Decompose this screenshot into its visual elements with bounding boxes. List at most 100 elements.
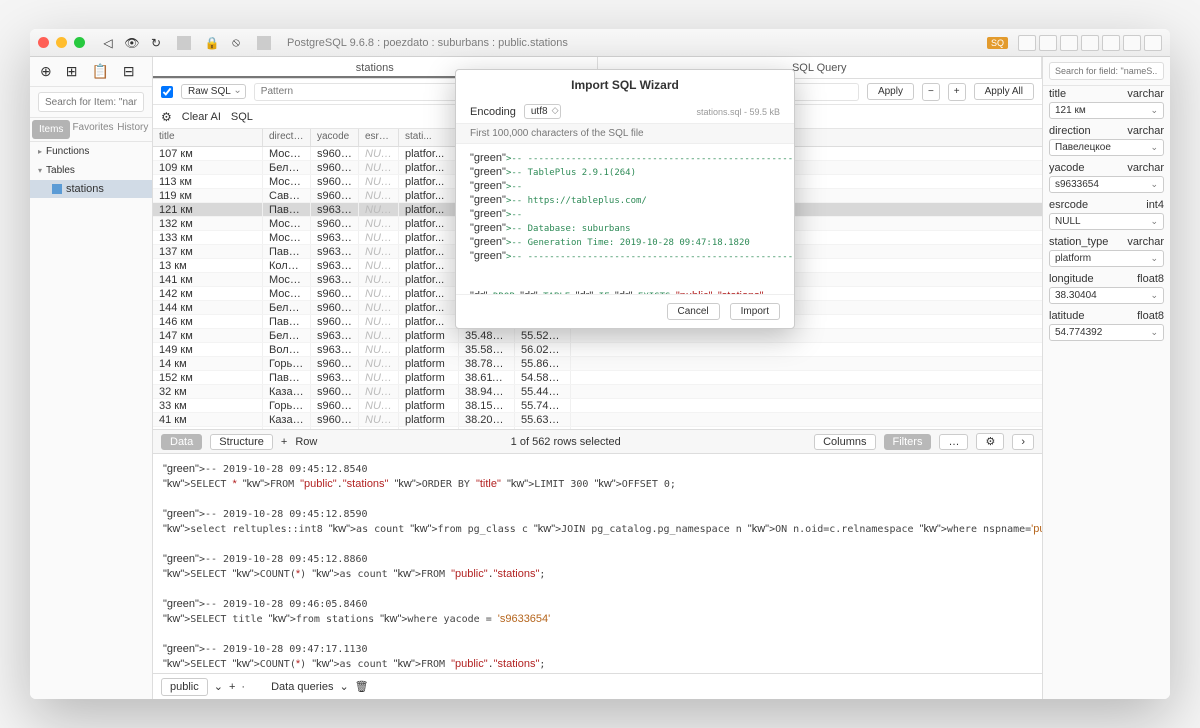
col-direction[interactable]: direction	[263, 129, 311, 146]
close-icon[interactable]	[38, 37, 49, 48]
collapse-icon[interactable]: ⊟	[123, 63, 135, 80]
panel-toggle-1[interactable]	[1018, 35, 1036, 51]
field-value-select[interactable]: platform	[1049, 250, 1164, 267]
sidebar-toolbar: ⊕ ⊞ 📋 ⊟	[30, 57, 152, 87]
data-queries-label[interactable]: Data queries	[271, 681, 333, 693]
filters-button[interactable]: Filters	[884, 434, 932, 450]
traffic-lights[interactable]	[38, 37, 85, 48]
separator	[177, 36, 191, 50]
tab-items[interactable]: Items	[32, 120, 70, 139]
import-button[interactable]: Import	[730, 303, 780, 320]
section-tables[interactable]: Tables	[30, 161, 152, 180]
app-window: ◁ 👁 ↻ 🔒 ⦸ PostgreSQL 9.6.8 : poezdato : …	[30, 29, 1170, 699]
sq-badge: SQ	[987, 37, 1008, 49]
add-filter-button[interactable]: +	[948, 83, 966, 101]
file-info: stations.sql - 59.5 kB	[696, 107, 780, 117]
cancel-button[interactable]: Cancel	[667, 303, 720, 320]
field-value-select[interactable]: s9633654	[1049, 176, 1164, 193]
toolbar-icons-left: ◁ 👁 ↻ 🔒 ⦸	[101, 36, 275, 50]
tab-history[interactable]: History	[114, 118, 152, 141]
schema-chevron-icon[interactable]: ⌄	[214, 680, 223, 693]
workspace-icon[interactable]: ⊞	[66, 63, 78, 80]
field-name: esrcode	[1049, 199, 1088, 211]
connection-icon[interactable]: ⊕	[40, 63, 52, 80]
show-icon[interactable]: 👁	[125, 36, 139, 50]
table-row[interactable]: 41 кмКазанскоеs9600999NULLplatform38.201…	[153, 413, 1042, 427]
import-sql-wizard-modal: Import SQL Wizard Encoding utf8 stations…	[455, 69, 795, 329]
panel-toggle-5[interactable]	[1102, 35, 1120, 51]
table-footer: Data Structure + Row 1 of 562 rows selec…	[153, 429, 1042, 453]
minimize-icon[interactable]	[56, 37, 67, 48]
history-back-icon[interactable]: ◁	[101, 36, 115, 50]
table-row[interactable]: 152 кмПавелецк...s9633655NULLplatform38.…	[153, 371, 1042, 385]
field-value-select[interactable]: 121 км	[1049, 102, 1164, 119]
encoding-select[interactable]: utf8	[524, 104, 561, 119]
stop-icon[interactable]: ⦸	[229, 36, 243, 50]
sidebar-tabs: Items Favorites History	[30, 118, 152, 142]
row-label: Row	[295, 436, 317, 448]
field-type: varchar	[1127, 88, 1164, 100]
field-name: title	[1049, 88, 1066, 100]
window-title: PostgreSQL 9.6.8 : poezdato : suburbans …	[281, 37, 981, 49]
tab-structure[interactable]: Structure	[210, 434, 273, 450]
panel-toggle-4[interactable]	[1081, 35, 1099, 51]
refresh-icon[interactable]: ↻	[149, 36, 163, 50]
modal-caption: First 100,000 characters of the SQL file	[456, 123, 794, 144]
columns-button[interactable]: Columns	[814, 434, 875, 450]
sidebar-item-stations[interactable]: stations	[30, 180, 152, 198]
field-value-select[interactable]: 38.30404	[1049, 287, 1164, 304]
clear-ai-button[interactable]: Clear AI	[182, 111, 221, 123]
panel-toggle-2[interactable]	[1039, 35, 1057, 51]
filter-checkbox[interactable]	[161, 86, 173, 98]
sidebar: ⊕ ⊞ 📋 ⊟ Items Favorites History Function…	[30, 57, 153, 699]
detail-search-input[interactable]	[1049, 62, 1164, 80]
table-row[interactable]: 32 кмКазанскоеs9601128NULLplatform38.943…	[153, 385, 1042, 399]
table-row[interactable]: 33 кмГорьковс...s9600773NULLplatform38.1…	[153, 399, 1042, 413]
table-row[interactable]: 147 кмБелорусс...s9633995NULLplatform35.…	[153, 329, 1042, 343]
add-row-icon[interactable]: +	[281, 436, 287, 448]
apply-button[interactable]: Apply	[867, 83, 914, 100]
tab-data[interactable]: Data	[161, 434, 202, 450]
col-yacode[interactable]: yacode	[311, 129, 359, 146]
menu-dot-button[interactable]: ·	[241, 681, 245, 693]
add-button[interactable]: +	[229, 681, 235, 693]
settings-button[interactable]: ⚙	[976, 433, 1004, 450]
col-stationtype[interactable]: stati...	[399, 129, 459, 146]
table-row[interactable]: 149 кмВолохола...s9633658NULLplatform35.…	[153, 343, 1042, 357]
field-value-select[interactable]: 54.774392	[1049, 324, 1164, 341]
field-name: yacode	[1049, 162, 1084, 174]
field-value-select[interactable]: Павелецкое	[1049, 139, 1164, 156]
raw-sql-select[interactable]: Raw SQL	[181, 84, 246, 99]
field-name: station_type	[1049, 236, 1108, 248]
detail-search	[1043, 57, 1170, 86]
sidebar-search-input[interactable]	[38, 92, 144, 112]
field-name: direction	[1049, 125, 1091, 137]
tab-favorites[interactable]: Favorites	[72, 118, 113, 141]
lock-icon[interactable]: 🔒	[205, 36, 219, 50]
trash-icon[interactable]: 🗑	[355, 680, 369, 693]
col-esrcode[interactable]: esrcode	[359, 129, 399, 146]
zoom-icon[interactable]	[74, 37, 85, 48]
table-row[interactable]: 14 кмГорьковс...s9601876NULLplatform38.7…	[153, 357, 1042, 371]
section-functions[interactable]: Functions	[30, 142, 152, 161]
col-title[interactable]: title	[153, 129, 263, 146]
panel-toggle-7[interactable]	[1144, 35, 1162, 51]
apply-all-button[interactable]: Apply All	[974, 83, 1034, 100]
menu-icon[interactable]: 📋	[91, 63, 108, 80]
sidebar-search	[30, 87, 152, 118]
remove-filter-button[interactable]: −	[922, 83, 940, 101]
field-type: varchar	[1127, 125, 1164, 137]
schema-select[interactable]: public	[161, 678, 208, 696]
detail-panel: title varchar 121 км direction varchar Павеле…	[1042, 57, 1170, 699]
queries-chevron-icon[interactable]: ⌄	[339, 680, 348, 693]
next-button[interactable]: ›	[1012, 434, 1034, 450]
panel-toggle-6[interactable]	[1123, 35, 1141, 51]
separator	[257, 36, 271, 50]
field-value-select[interactable]: NULL	[1049, 213, 1164, 230]
panel-toggle-3[interactable]	[1060, 35, 1078, 51]
more-button[interactable]: …	[939, 434, 968, 450]
sql-preview[interactable]: "green">-- -----------------------------…	[456, 144, 794, 294]
sql-log-pane[interactable]: "green">-- 2019-10-28 09:45:12.8540 "kw"…	[153, 453, 1042, 673]
gear-icon[interactable]: ⚙	[161, 110, 172, 124]
sql-button[interactable]: SQL	[231, 111, 253, 123]
